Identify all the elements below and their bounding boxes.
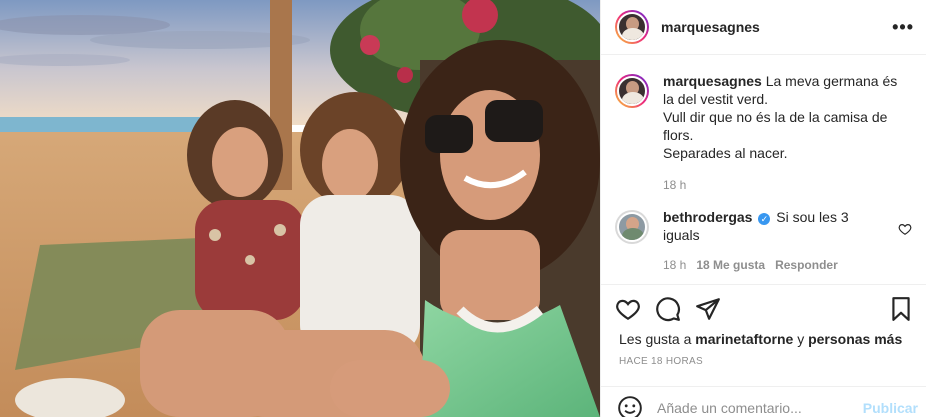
caption-text-line-3: Separades al nacer.: [663, 145, 788, 161]
likes-connector: y: [797, 331, 805, 347]
comments-list[interactable]: marquesagnes La meva germana és la del v…: [601, 56, 926, 284]
comment-item: bethrodergas ✓ Si sou les 3 iguals 18 h …: [615, 208, 912, 274]
caption-time[interactable]: 18 h: [663, 176, 912, 194]
comment-like-heart-icon[interactable]: [898, 222, 912, 236]
verified-badge-icon: ✓: [758, 213, 771, 225]
heart-icon[interactable]: [615, 296, 641, 322]
comment-time[interactable]: 18 h: [663, 256, 686, 274]
comment-icon[interactable]: [655, 296, 681, 322]
reply-button[interactable]: Responder: [775, 256, 838, 274]
post-timestamp[interactable]: HACE 18 HORAS: [619, 356, 703, 367]
post-side-panel: marquesagnes ••• marquesagnes La meva ge…: [600, 0, 926, 417]
caption-text-line-2: Vull dir que no és la de la camisa de fl…: [663, 109, 888, 143]
share-icon[interactable]: [695, 296, 721, 322]
post-actions: [601, 284, 926, 332]
bookmark-icon[interactable]: [888, 296, 914, 322]
caption-author-avatar[interactable]: [615, 74, 649, 108]
post-header: marquesagnes •••: [601, 0, 926, 55]
comment-likes-count[interactable]: 18 Me gusta: [696, 256, 765, 274]
commenter-username[interactable]: bethrodergas: [663, 209, 752, 225]
comment-meta: 18 h 18 Me gusta Responder: [663, 256, 888, 274]
add-comment-bar: Publicar: [601, 386, 926, 417]
likes-others-link[interactable]: personas más: [808, 331, 902, 347]
liked-by-user[interactable]: marinetaftorne: [695, 331, 793, 347]
publish-button[interactable]: Publicar: [863, 395, 918, 416]
caption-username[interactable]: marquesagnes: [663, 73, 762, 89]
likes-prefix: Les gusta a: [619, 331, 692, 347]
commenter-avatar[interactable]: [615, 210, 649, 244]
photo-illustration: [0, 0, 600, 417]
more-options-icon[interactable]: •••: [892, 18, 914, 36]
caption: marquesagnes La meva germana és la del v…: [615, 72, 912, 194]
likes-summary: Les gusta a marinetaftorne y personas má…: [619, 330, 918, 348]
emoji-icon[interactable]: [617, 395, 643, 417]
comment-input[interactable]: [657, 395, 855, 416]
author-username[interactable]: marquesagnes: [661, 19, 760, 35]
author-avatar[interactable]: [615, 10, 649, 44]
post-photo[interactable]: [0, 0, 600, 417]
